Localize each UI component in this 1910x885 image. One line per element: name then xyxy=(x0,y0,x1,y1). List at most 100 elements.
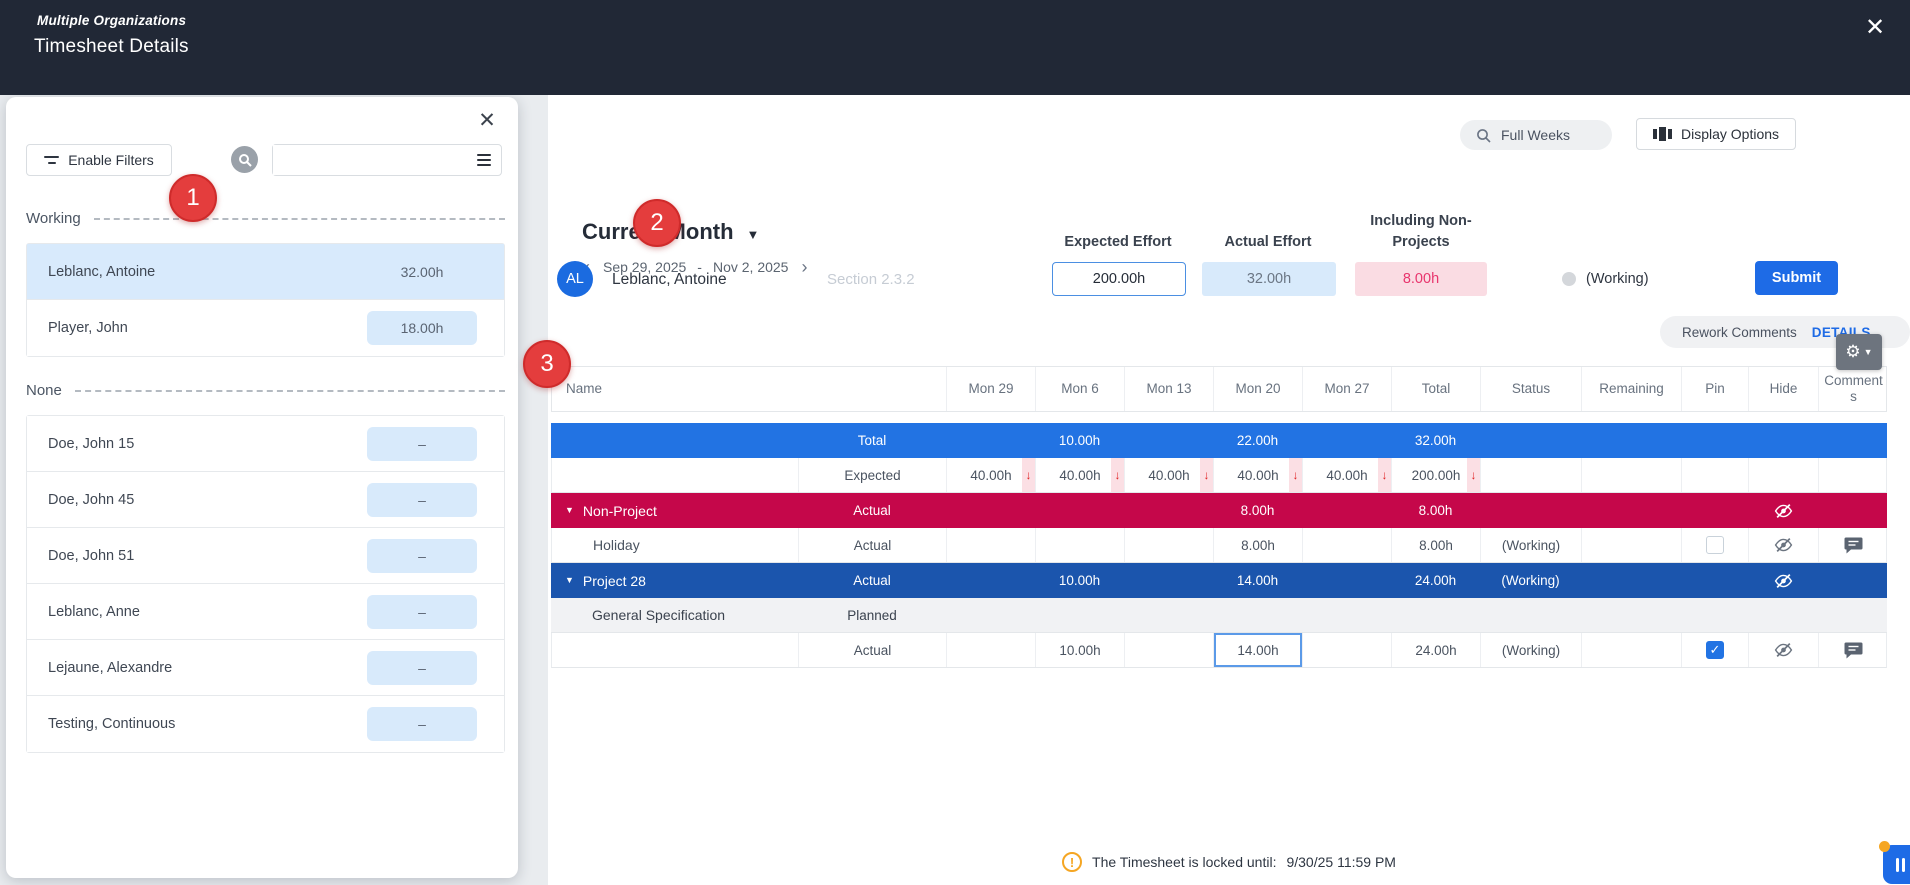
pin-cell xyxy=(1681,493,1748,528)
row-type-label: Planned xyxy=(798,598,946,632)
day-cell-total[interactable]: 8.00h xyxy=(1392,528,1481,562)
expected-effort-input[interactable] xyxy=(1052,262,1186,296)
comments-cell xyxy=(1818,598,1887,632)
hide-cell xyxy=(1748,563,1818,598)
collapse-triangle-icon[interactable]: ▼ xyxy=(565,505,574,515)
day-cell-mon-6[interactable]: 10.00h xyxy=(1036,633,1125,667)
person-status: (Working) xyxy=(1586,271,1649,287)
including-non-projects-header: Including Non-Projects xyxy=(1360,207,1482,253)
day-cell-total: 32.00h xyxy=(1391,423,1480,458)
day-cell-mon-13 xyxy=(1124,598,1213,632)
remaining-cell xyxy=(1582,633,1682,667)
remaining-cell xyxy=(1581,563,1681,598)
resource-row[interactable]: Doe, John 15– xyxy=(27,416,504,472)
pin-cell xyxy=(1681,423,1748,458)
expected-effort-header: Expected Effort xyxy=(1052,207,1184,253)
full-weeks-toggle[interactable]: Full Weeks xyxy=(1460,120,1612,150)
panel-close-icon[interactable]: ✕ xyxy=(472,105,502,135)
comment-icon[interactable] xyxy=(1844,537,1863,554)
resource-row[interactable]: Lejaune, Alexandre– xyxy=(27,640,504,696)
search-icon[interactable] xyxy=(231,146,258,173)
chevron-down-icon: ▼ xyxy=(1864,347,1873,357)
column-header-total: Total xyxy=(1392,367,1481,411)
day-cell-mon-29[interactable] xyxy=(947,528,1036,562)
comments-cell xyxy=(1819,528,1888,562)
gear-icon: ⚙ xyxy=(1845,342,1860,362)
day-cell-mon-27[interactable] xyxy=(1303,633,1392,667)
remaining-cell xyxy=(1581,598,1681,632)
day-cell-mon-6[interactable] xyxy=(1036,528,1125,562)
day-cell-mon-27 xyxy=(1302,423,1391,458)
day-cell-mon-13[interactable] xyxy=(1125,528,1214,562)
day-cell-mon-20: 14.00h xyxy=(1213,563,1302,598)
day-cell-mon-20: 22.00h xyxy=(1213,423,1302,458)
resource-name: Lejaune, Alexandre xyxy=(48,660,172,676)
eye-slash-icon xyxy=(1774,573,1793,589)
day-cell-mon-29[interactable] xyxy=(947,633,1036,667)
warning-icon: ! xyxy=(1062,852,1082,872)
submit-button[interactable]: Submit xyxy=(1755,261,1838,295)
column-header-hide: Hide xyxy=(1749,367,1819,411)
pin-checkbox[interactable]: ✓ xyxy=(1706,641,1724,659)
next-period-icon[interactable]: › xyxy=(799,258,809,276)
eye-slash-icon xyxy=(1774,642,1793,658)
resource-hours: – xyxy=(367,595,477,629)
resource-name: Leblanc, Antoine xyxy=(48,264,155,280)
table-row[interactable]: ▼Project 28Actual10.00h14.00h24.00h(Work… xyxy=(551,563,1887,598)
hide-cell xyxy=(1748,423,1818,458)
resource-hours: – xyxy=(367,539,477,573)
column-header-mon-29: Mon 29 xyxy=(947,367,1036,411)
close-icon[interactable]: ✕ xyxy=(1858,10,1892,44)
day-cell-mon-20[interactable]: 14.00h xyxy=(1214,633,1303,667)
resource-row[interactable]: Doe, John 51 – xyxy=(27,528,504,584)
day-cell-mon-27[interactable] xyxy=(1303,528,1392,562)
resource-name: Leblanc, Anne xyxy=(48,604,140,620)
day-cell-mon-20[interactable]: 8.00h xyxy=(1214,528,1303,562)
enable-filters-button[interactable]: Enable Filters xyxy=(26,144,172,176)
collapse-triangle-icon[interactable]: ▼ xyxy=(565,575,574,585)
resource-name: Player, John xyxy=(48,320,128,336)
annotation-badge-1: 1 xyxy=(169,174,217,222)
menu-icon[interactable] xyxy=(477,154,491,166)
column-header-pin: Pin xyxy=(1682,367,1749,411)
pin-checkbox[interactable] xyxy=(1706,536,1724,554)
hide-eye-icon[interactable] xyxy=(1774,642,1793,658)
row-name: ▼Non-Project xyxy=(551,493,798,528)
hide-cell xyxy=(1749,633,1819,667)
resource-row[interactable]: Leblanc, Anne – xyxy=(27,584,504,640)
day-cell-total: 8.00h xyxy=(1391,493,1480,528)
row-name xyxy=(552,633,799,667)
status-cell: (Working) xyxy=(1481,633,1582,667)
resource-name: Testing, Continuous xyxy=(48,716,175,732)
dialog-header: Multiple Organizations Timesheet Details… xyxy=(0,0,1910,95)
resource-row[interactable]: Doe, John 45– xyxy=(27,472,504,528)
timesheet-main: Current Month ▼ ‹ Sep 29, 2025 - Nov 2, … xyxy=(548,95,1910,885)
row-name: ▼Project 28 xyxy=(551,563,798,598)
day-cell-mon-13[interactable] xyxy=(1125,633,1214,667)
hide-eye-icon[interactable] xyxy=(1774,573,1793,589)
deficit-arrow-icon: ↓ xyxy=(1200,458,1213,492)
day-cell-total[interactable]: 24.00h xyxy=(1392,633,1481,667)
resource-row[interactable]: Leblanc, Antoine 32.00h xyxy=(27,244,504,300)
resource-hours: 32.00h xyxy=(367,255,477,289)
status-cell xyxy=(1480,423,1581,458)
day-cell-mon-29 xyxy=(946,493,1035,528)
group-label-text: None xyxy=(26,382,62,399)
resource-row[interactable]: Player, John18.00h xyxy=(27,300,504,356)
resource-name: Doe, John 51 xyxy=(48,548,134,564)
column-header-name: Name xyxy=(552,367,947,411)
resource-row[interactable]: Testing, Continuous – xyxy=(27,696,504,752)
search-input[interactable] xyxy=(273,145,477,175)
hide-eye-icon[interactable] xyxy=(1774,537,1793,553)
display-options-button[interactable]: Display Options xyxy=(1636,118,1796,150)
table-row[interactable]: ▼Non-ProjectActual8.00h8.00h xyxy=(551,493,1887,528)
resource-hours: – xyxy=(367,707,477,741)
hide-cell xyxy=(1749,458,1819,492)
comment-icon[interactable] xyxy=(1844,642,1863,659)
hide-eye-icon[interactable] xyxy=(1774,503,1793,519)
grid-settings-button[interactable]: ⚙ ▼ xyxy=(1836,334,1882,370)
status-cell: (Working) xyxy=(1480,563,1581,598)
row-type-label: Actual xyxy=(798,493,946,528)
help-launcher-button[interactable] xyxy=(1883,845,1910,884)
comment-icon xyxy=(1844,537,1863,554)
